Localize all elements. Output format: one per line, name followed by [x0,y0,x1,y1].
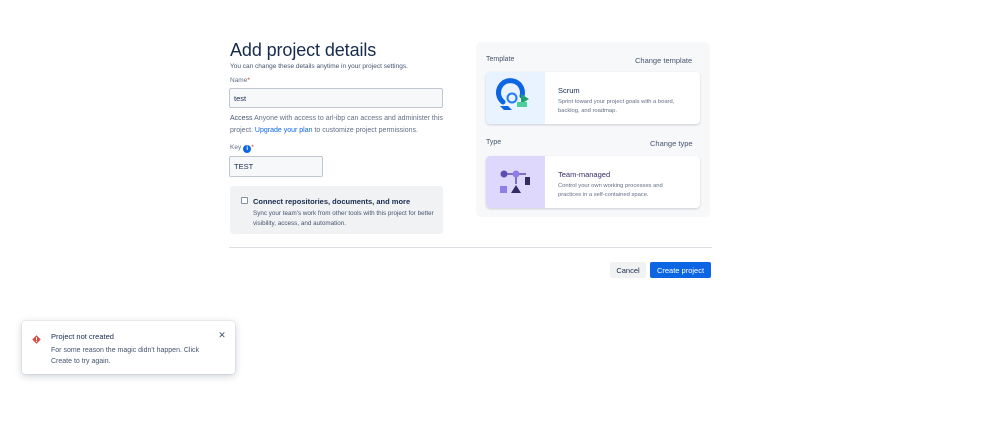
cancel-button[interactable]: Cancel [610,262,646,278]
footer-divider [229,247,712,248]
connect-checkbox[interactable] [241,197,248,204]
info-icon[interactable]: i [243,145,252,153]
change-template-button[interactable]: Change template [635,56,692,65]
name-label: Name* [230,77,250,84]
template-card[interactable]: Scrum Sprint toward your project goals w… [486,72,700,124]
type-card[interactable]: Team-managed Control your own working pr… [486,156,700,208]
type-card-title: Team-managed [558,170,611,179]
type-card-description: Control your own working processes and p… [558,183,663,198]
name-input[interactable]: test [229,88,443,108]
access-info: Access Anyone with access to arl-ibp can… [230,115,443,134]
flag-title: Project not created [51,332,114,341]
connect-description: Sync your team's work from other tools w… [253,210,434,227]
close-icon[interactable]: ✕ [218,331,226,340]
change-type-button[interactable]: Change type [650,139,693,148]
create-project-button[interactable]: Create project [650,262,711,278]
template-card-description: Sprint toward your project goals with a … [558,99,675,114]
error-icon [32,331,41,344]
team-managed-icon [486,156,545,208]
flag-message: For some reason the magic didn't happen.… [51,347,200,365]
upgrade-plan-link[interactable]: Upgrade your plan [255,127,313,134]
scrum-icon [486,72,545,124]
page-subtitle: You can change these details anytime in … [230,63,408,70]
page-title: Add project details [230,40,377,60]
key-input[interactable]: TEST [229,156,323,177]
type-section-label: Type [486,139,502,146]
key-label: Key i * [230,144,254,153]
connect-title: Connect repositories, documents, and mor… [253,197,411,206]
template-card-title: Scrum [558,86,580,95]
template-section-label: Template [486,56,515,63]
